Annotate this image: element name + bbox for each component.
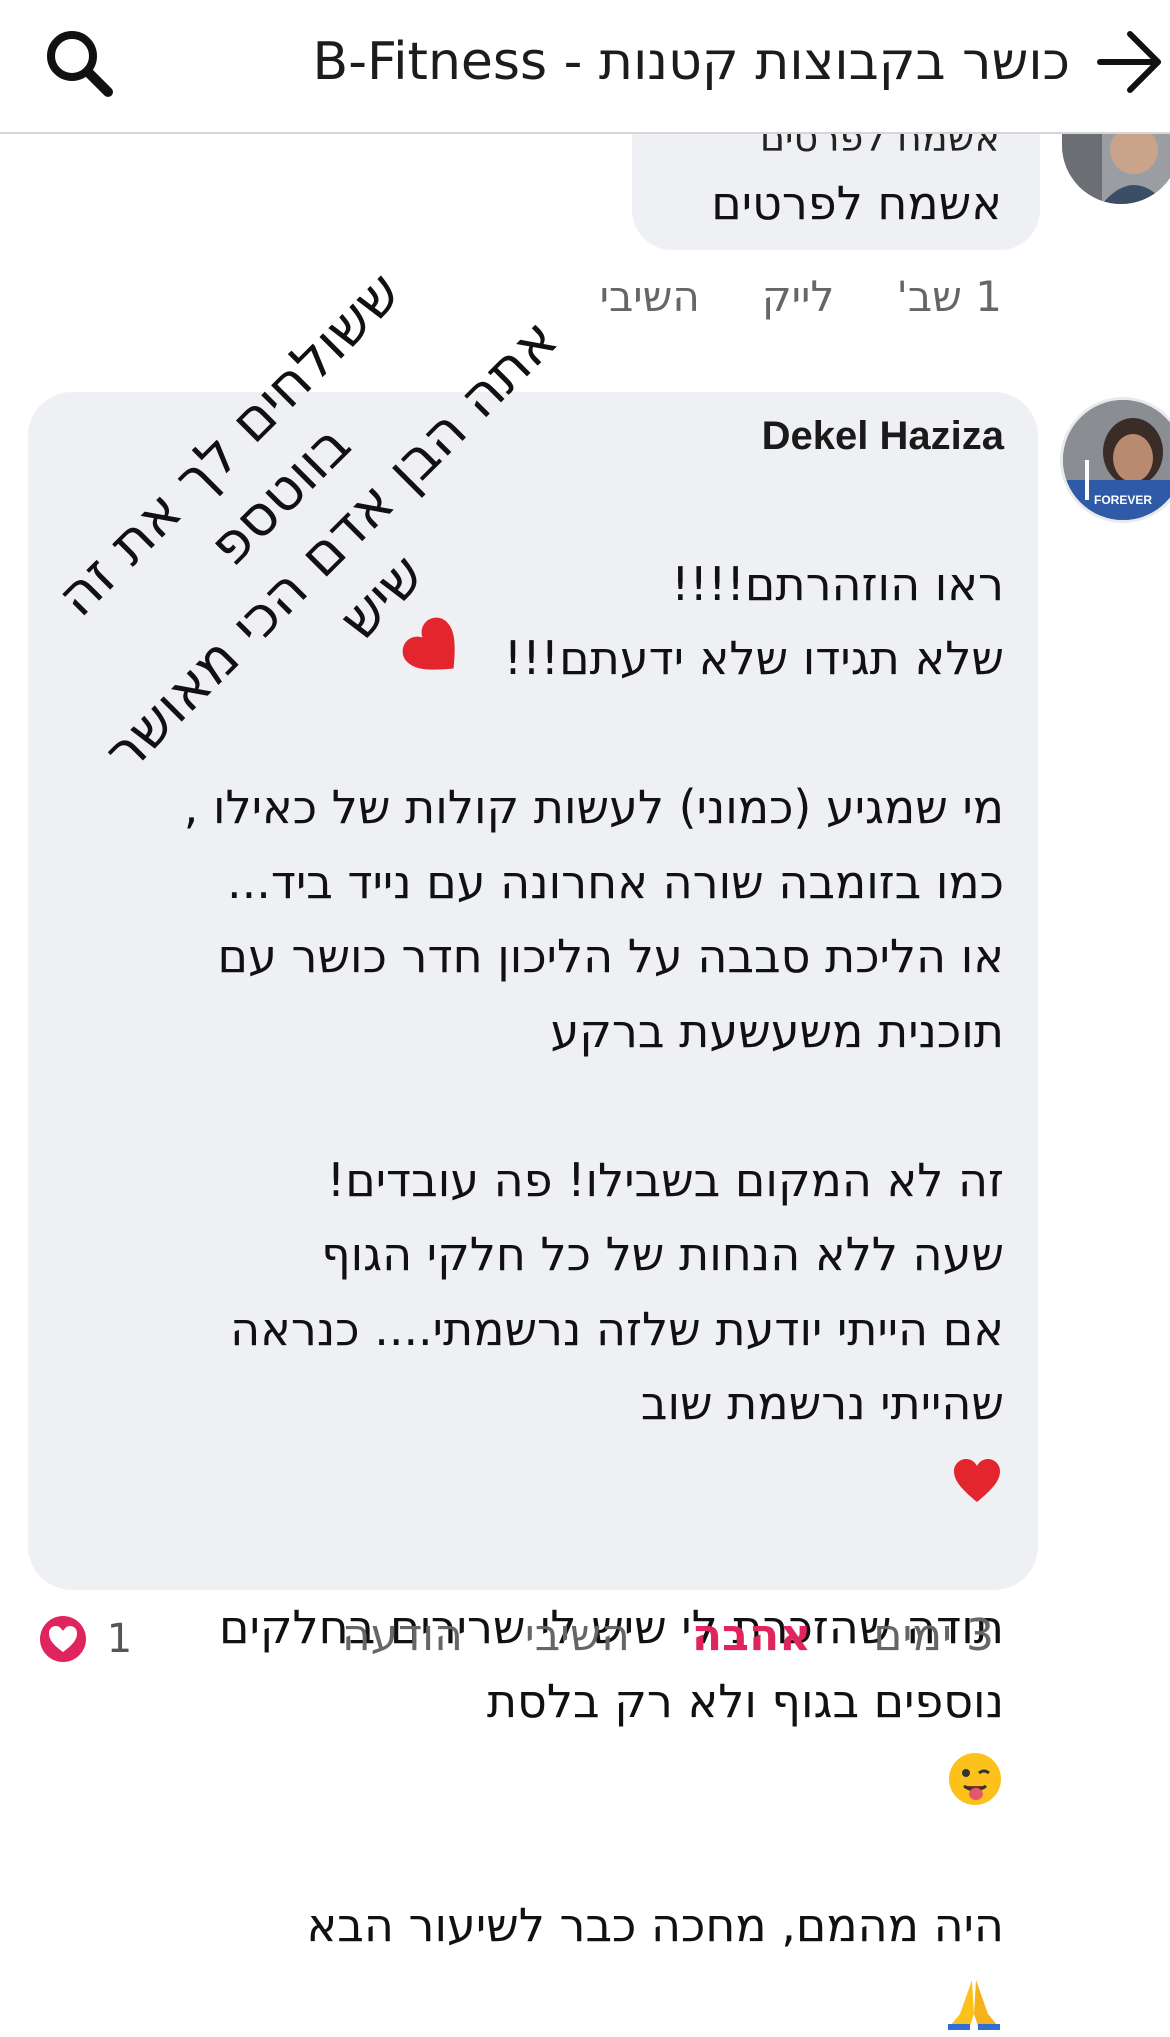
love-reaction-button[interactable]: אהבה bbox=[692, 1610, 811, 1661]
comment-time: 3 ימים bbox=[873, 1610, 994, 1661]
message-button[interactable]: הודעה bbox=[342, 1610, 463, 1661]
comment-bubble: Dekel Haziza ראו הוזהרתם!!!! שלא תגידו ש… bbox=[28, 392, 1038, 2030]
reaction-summary[interactable]: 1 bbox=[38, 1614, 132, 1664]
comment-actions: 1 שב' לייק השיבי bbox=[538, 272, 1002, 321]
search-icon[interactable] bbox=[40, 24, 120, 104]
comment-text: אשמח לפרטים bbox=[711, 176, 1002, 230]
reply-button[interactable]: השיבי bbox=[525, 1610, 630, 1661]
avatar-badge-text: FOREVER bbox=[1094, 493, 1152, 507]
comment-actions: 3 ימים אהבה השיבי הודעה bbox=[280, 1610, 994, 1661]
reply-button[interactable]: השיבי bbox=[600, 272, 700, 321]
arrow-right-icon[interactable] bbox=[1092, 22, 1164, 102]
red-heart-icon bbox=[954, 1459, 1000, 1502]
comment-text: ראו הוזהרתם!!!! שלא תגידו שלא ידעתם!!! מ… bbox=[84, 472, 1004, 2037]
top-bar: כושר בקבוצות קטנות - B-Fitness bbox=[0, 0, 1170, 134]
comment-time: 1 שב' bbox=[896, 272, 1002, 321]
love-reaction-icon bbox=[40, 1616, 86, 1662]
group-title: כושר בקבוצות קטנות - B-Fitness bbox=[312, 32, 1070, 92]
like-button[interactable]: לייק bbox=[762, 272, 834, 321]
comment-bubble: אשמח לפרטים אשמח לפרטים bbox=[632, 116, 1040, 250]
comment-body-3: היה מהמם, מחכה כבר לשיעור הבא bbox=[306, 1897, 1004, 1952]
comment-body: ראו הוזהרתם!!!! שלא תגידו שלא ידעתם!!! מ… bbox=[183, 556, 1004, 1431]
reaction-count: 1 bbox=[106, 1616, 133, 1662]
winking-tongue-face-icon bbox=[949, 1753, 1001, 1805]
comment-author[interactable]: Dekel Haziza bbox=[762, 414, 1004, 459]
avatar[interactable]: FOREVER bbox=[1060, 397, 1170, 523]
folded-hands-icon bbox=[948, 1979, 1000, 2030]
